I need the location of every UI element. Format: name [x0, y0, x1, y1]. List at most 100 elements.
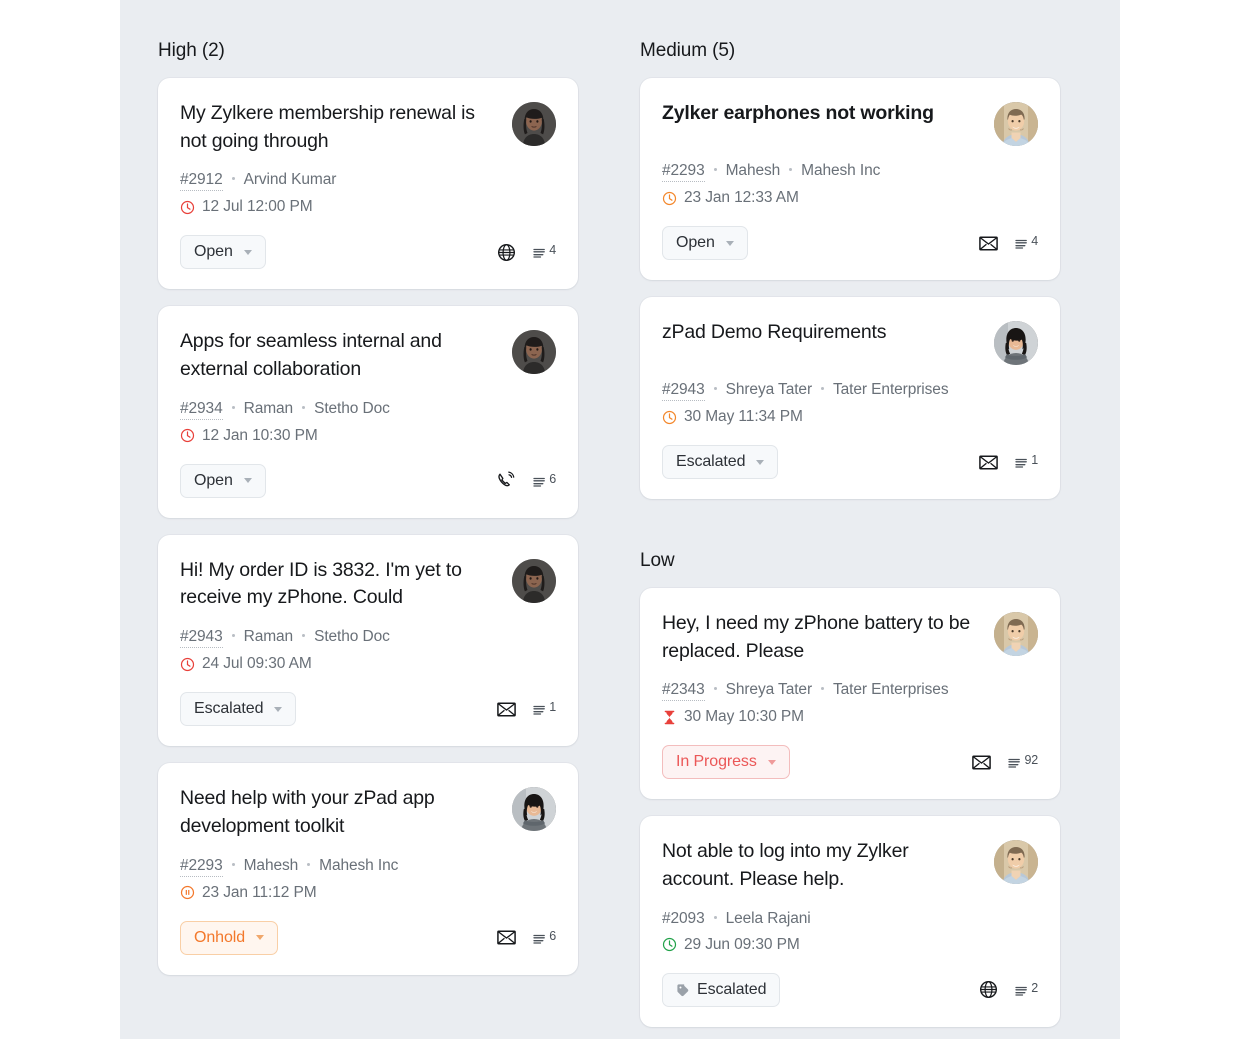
ticket-card[interactable]: Hi! My order ID is 3832. I'm yet to rece…	[158, 535, 578, 746]
ticket-meta: #2943 RamanStetho Doc	[180, 628, 556, 648]
status-dropdown[interactable]: Open	[180, 464, 266, 498]
thread-lines-icon	[533, 705, 548, 718]
ticket-subject[interactable]: Apps for seamless internal and external …	[180, 328, 498, 383]
ticket-id[interactable]: #2934	[180, 400, 223, 420]
ticket-subject[interactable]: Hey, I need my zPhone battery to be repl…	[662, 610, 980, 665]
globe-icon[interactable]	[979, 980, 998, 999]
ticket-subject[interactable]: Zylker earphones not working	[662, 100, 934, 128]
avatar[interactable]	[512, 102, 556, 146]
ticket-card[interactable]: My Zylkere membership renewal is not goi…	[158, 78, 578, 289]
ticket-due-time: 24 Jul 09:30 AM	[180, 655, 556, 673]
email-icon[interactable]	[979, 236, 998, 251]
status-dropdown[interactable]: Open	[662, 226, 748, 260]
ticket-meta: #2293 MaheshMahesh Inc	[180, 857, 556, 877]
avatar[interactable]	[512, 787, 556, 831]
card-header: Need help with your zPad app development…	[180, 785, 556, 840]
card-header: Not able to log into my Zylker account. …	[662, 838, 1038, 893]
meta-separator	[714, 168, 717, 171]
ticket-due-time: 30 May 11:34 PM	[662, 408, 1038, 426]
ticket-id[interactable]: #2343	[662, 681, 705, 701]
thread-lines-icon	[1015, 986, 1030, 999]
globe-icon[interactable]	[497, 243, 516, 262]
thread-count[interactable]: 92	[1008, 753, 1038, 771]
avatar-image	[994, 321, 1038, 365]
card-footer: Open 4	[662, 226, 1038, 260]
account-name: Mahesh Inc	[319, 857, 398, 875]
thread-count[interactable]: 1	[533, 700, 556, 718]
meta-separator	[821, 387, 824, 390]
avatar-image	[994, 840, 1038, 884]
ticket-due-time: 29 Jun 09:30 PM	[662, 936, 1038, 954]
email-icon[interactable]	[497, 930, 516, 945]
thread-count[interactable]: 2	[1015, 981, 1038, 999]
card-actions: 6	[497, 929, 556, 947]
ticket-card[interactable]: Need help with your zPad app development…	[158, 763, 578, 974]
avatar[interactable]	[994, 102, 1038, 146]
avatar[interactable]	[512, 559, 556, 603]
ticket-subject[interactable]: zPad Demo Requirements	[662, 319, 886, 347]
thread-count[interactable]: 1	[1015, 453, 1038, 471]
status-label: Escalated	[676, 453, 745, 471]
ticket-id[interactable]: #2943	[662, 381, 705, 401]
status-dropdown[interactable]: Escalated	[662, 445, 778, 479]
ticket-id[interactable]: #2093	[662, 910, 705, 929]
contact-name: Leela Rajani	[726, 910, 811, 928]
ticket-meta: #2934 RamanStetho Doc	[180, 400, 556, 420]
ticket-card[interactable]: Hey, I need my zPhone battery to be repl…	[640, 588, 1060, 799]
priority-section-header: Medium (5)	[640, 40, 1060, 62]
avatar-image	[512, 330, 556, 374]
status-label: Open	[676, 234, 715, 252]
clock-icon	[662, 191, 677, 206]
priority-column-0: High (2) My Zylkere membership renewal i…	[158, 40, 578, 1039]
ticket-subject[interactable]: My Zylkere membership renewal is not goi…	[180, 100, 498, 155]
clock-icon	[180, 428, 195, 443]
due-time-text: 23 Jan 11:12 PM	[202, 884, 317, 902]
ticket-subject[interactable]: Hi! My order ID is 3832. I'm yet to rece…	[180, 557, 498, 612]
due-time-text: 30 May 11:34 PM	[684, 408, 803, 426]
priority-section-header: High (2)	[158, 40, 578, 62]
ticket-card[interactable]: Zylker earphones not working #2293 Mahes…	[640, 78, 1060, 280]
ticket-id[interactable]: #2912	[180, 171, 223, 191]
ticket-subject[interactable]: Not able to log into my Zylker account. …	[662, 838, 980, 893]
contact-name: Arvind Kumar	[244, 171, 337, 189]
ticket-subject[interactable]: Need help with your zPad app development…	[180, 785, 498, 840]
ticket-due-time: 23 Jan 11:12 PM	[180, 884, 556, 902]
contact-name: Raman	[244, 400, 293, 418]
ticket-meta: #2343 Shreya TaterTater Enterprises	[662, 681, 1038, 701]
status-label: Open	[194, 472, 233, 490]
ticket-due-time: 30 May 10:30 PM	[662, 708, 1038, 726]
ticket-id[interactable]: #2293	[180, 857, 223, 877]
thread-count[interactable]: 6	[533, 929, 556, 947]
ticket-card[interactable]: zPad Demo Requirements #2943 Shreya Tate…	[640, 297, 1060, 499]
ticket-card[interactable]: Apps for seamless internal and external …	[158, 306, 578, 517]
avatar[interactable]	[994, 840, 1038, 884]
ticket-meta: #2293 MaheshMahesh Inc	[662, 162, 1038, 182]
avatar[interactable]	[512, 330, 556, 374]
status-dropdown[interactable]: In Progress	[662, 745, 790, 779]
email-icon[interactable]	[979, 455, 998, 470]
status-dropdown[interactable]: Open	[180, 235, 266, 269]
account-name: Tater Enterprises	[833, 681, 948, 699]
ticket-card[interactable]: Not able to log into my Zylker account. …	[640, 816, 1060, 1026]
ticket-id[interactable]: #2293	[662, 162, 705, 182]
thread-count[interactable]: 4	[1015, 234, 1038, 252]
chevron-down-icon	[756, 460, 764, 465]
status-dropdown[interactable]: Escalated	[180, 692, 296, 726]
status-dropdown[interactable]: Onhold	[180, 921, 278, 955]
avatar[interactable]	[994, 612, 1038, 656]
card-actions: 2	[979, 980, 1038, 999]
thread-count[interactable]: 6	[533, 472, 556, 490]
chevron-down-icon	[274, 707, 282, 712]
avatar-image	[994, 102, 1038, 146]
due-time-text: 24 Jul 09:30 AM	[202, 655, 312, 673]
email-icon[interactable]	[497, 702, 516, 717]
ticket-id[interactable]: #2943	[180, 628, 223, 648]
avatar[interactable]	[994, 321, 1038, 365]
status-dropdown[interactable]: Escalated	[662, 973, 780, 1007]
thread-count[interactable]: 4	[533, 243, 556, 261]
email-icon[interactable]	[972, 755, 991, 770]
phone-call-icon[interactable]	[496, 471, 516, 491]
card-actions: 1	[979, 453, 1038, 471]
due-time-text: 23 Jan 12:33 AM	[684, 189, 799, 207]
ticket-meta: #2943 Shreya TaterTater Enterprises	[662, 381, 1038, 401]
